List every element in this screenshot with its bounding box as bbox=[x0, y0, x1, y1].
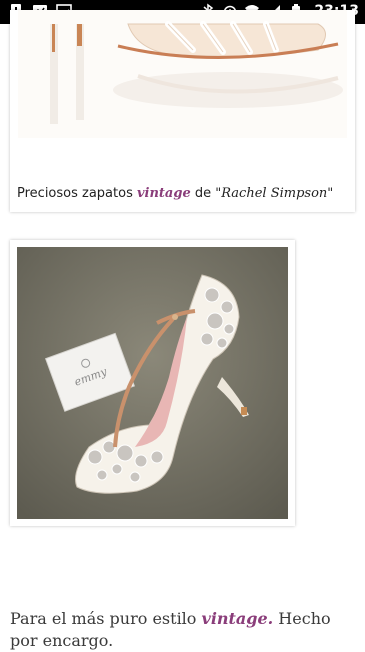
post-image-heels[interactable] bbox=[18, 10, 347, 138]
shoe-heels-illustration bbox=[18, 10, 347, 138]
post-card: Preciosos zapatos vintage de "Rachel Sim… bbox=[10, 10, 355, 212]
paragraph-highlight-link[interactable]: vintage. bbox=[202, 609, 274, 628]
post-image-emmy-shoe[interactable]: emmy bbox=[17, 247, 288, 519]
post-caption: Preciosos zapatos vintage de "Rachel Sim… bbox=[17, 186, 334, 201]
embellished-shoe-illustration: emmy bbox=[17, 247, 288, 519]
caption-author: "Rachel Simpson" bbox=[215, 186, 334, 201]
post-paragraph: Para el más puro estilo vintage. Hecho p… bbox=[10, 609, 331, 650]
post-card: emmy bbox=[10, 240, 295, 526]
caption-highlight-link[interactable]: vintage bbox=[137, 186, 191, 201]
